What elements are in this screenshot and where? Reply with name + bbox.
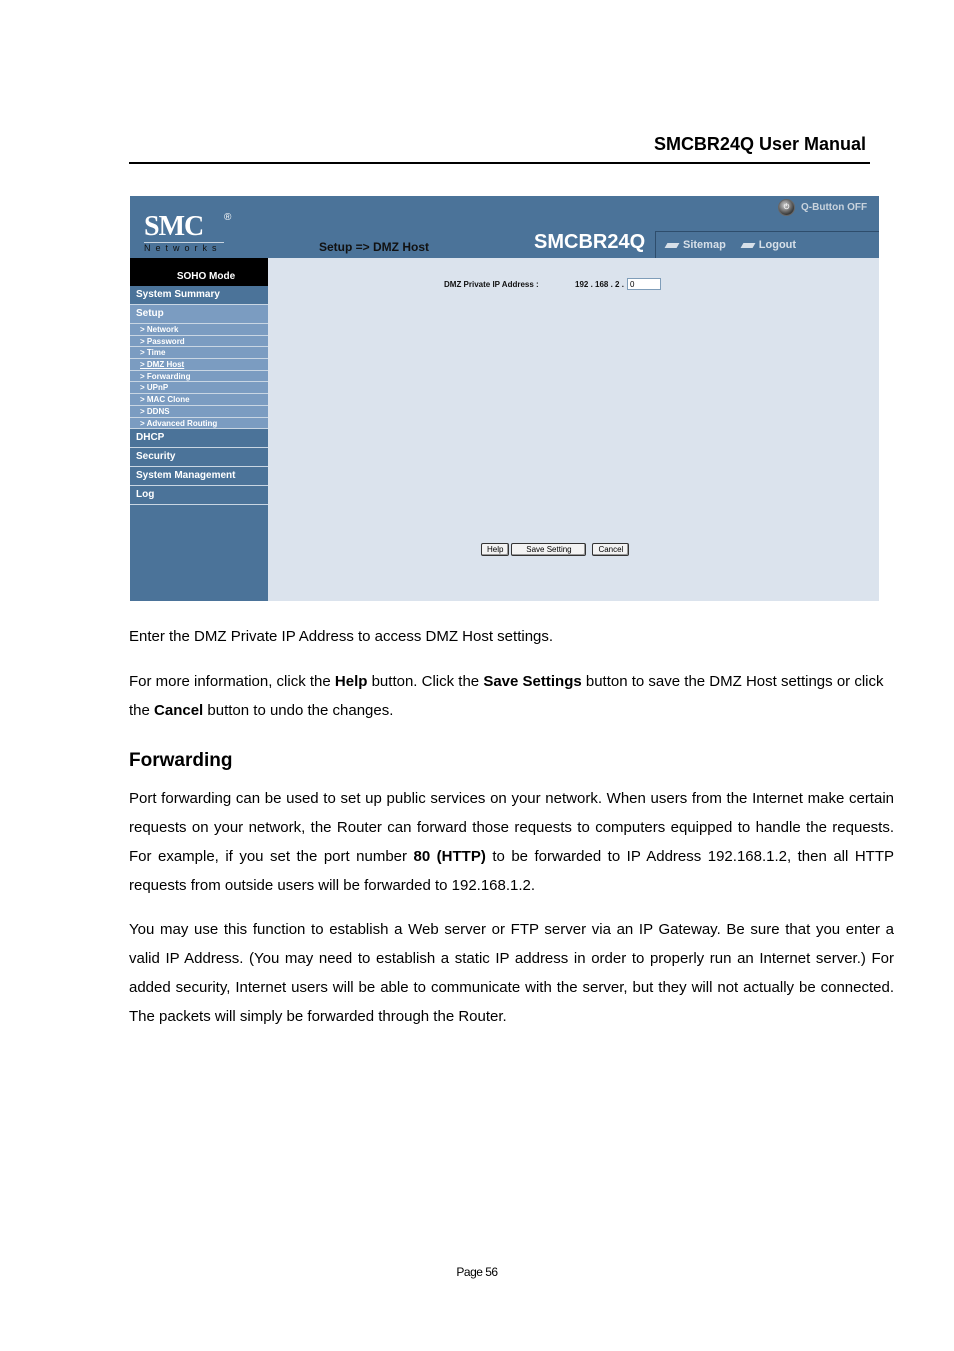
ip-prefix: 192 . 168 . 2 . xyxy=(575,279,624,289)
soho-mode-label: SOHO Mode xyxy=(130,268,268,286)
page-number: Page 56 xyxy=(456,1265,498,1279)
sub-label: > Time xyxy=(140,348,166,358)
registered-mark: ® xyxy=(224,212,232,223)
manual-title: SMCBR24Q User Manual xyxy=(653,134,866,154)
sidebar: SOHO Mode System Summary Setup > Network… xyxy=(130,268,268,601)
content-panel: DMZ Private IP Address : 192 . 168 . 2 .… xyxy=(268,258,879,601)
cancel-button[interactable]: Cancel xyxy=(592,543,630,556)
logo-text: SMC xyxy=(144,211,204,242)
text: button to undo the changes. xyxy=(203,702,394,719)
logo-subtext: Networks xyxy=(144,243,222,253)
sub-label: > Forwarding xyxy=(140,371,191,381)
bold-help: Help xyxy=(334,673,368,690)
text: For more information, click the xyxy=(129,673,335,690)
sub-label: > Password xyxy=(140,336,185,346)
paragraph-forwarding-details: You may use this function to establish a… xyxy=(129,921,894,1025)
sidebar-item-setup[interactable]: Setup xyxy=(130,305,268,324)
dmz-ip-label: DMZ Private IP Address : xyxy=(444,279,539,289)
sitemap-label: Sitemap xyxy=(683,239,726,251)
sidebar-sub-network[interactable]: > Network xyxy=(130,324,268,336)
sidebar-sub-upnp[interactable]: > UPnP xyxy=(130,382,268,395)
sidebar-item-system-summary[interactable]: System Summary xyxy=(130,286,268,305)
breadcrumb: Setup => DMZ Host xyxy=(319,240,430,254)
sidebar-sub-advanced-routing[interactable]: > Advanced Routing xyxy=(130,417,268,430)
save-setting-button[interactable]: Save Setting xyxy=(511,543,587,556)
dmz-ip-last-octet-input[interactable] xyxy=(626,278,661,290)
q-button-status[interactable]: ⏻ Q-Button OFF xyxy=(778,199,867,216)
router-ui-screenshot: SMC ® Networks Setup => DMZ Host SMCBR24… xyxy=(130,196,879,601)
sub-label: > Advanced Routing xyxy=(140,418,218,428)
text: button. Click the xyxy=(367,673,484,690)
logout-icon xyxy=(740,242,756,248)
sidebar-sub-forwarding[interactable]: > Forwarding xyxy=(130,370,268,383)
sub-label: > UPnP xyxy=(140,383,169,393)
sitemap-icon xyxy=(664,242,680,248)
sidebar-item-security[interactable]: Security xyxy=(130,448,268,468)
bold-cancel: Cancel xyxy=(154,702,204,719)
dmz-ip-row: DMZ Private IP Address : 192 . 168 . 2 . xyxy=(444,278,661,290)
sitemap-link[interactable]: Sitemap xyxy=(664,239,726,251)
sub-label: > DDNS xyxy=(140,406,170,416)
sidebar-item-dhcp[interactable]: DHCP xyxy=(130,429,268,449)
sub-label: > Network xyxy=(140,325,179,334)
logout-label: Logout xyxy=(758,239,797,251)
power-icon: ⏻ xyxy=(778,199,795,216)
sidebar-sub-dmz-host[interactable]: > DMZ Host xyxy=(130,359,268,371)
sidebar-sub-time[interactable]: > Time xyxy=(130,347,268,360)
bold-save-settings: Save Settings xyxy=(483,673,582,690)
sidebar-sub-mac-clone[interactable]: > MAC Clone xyxy=(130,394,268,406)
model-name: SMCBR24Q xyxy=(534,231,646,253)
help-button[interactable]: Help xyxy=(481,543,510,556)
bold-port: 80 (HTTP) xyxy=(413,848,486,865)
logout-link[interactable]: Logout xyxy=(740,239,797,251)
form-buttons: Help Save Setting Cancel xyxy=(481,543,630,556)
sub-label: > DMZ Host xyxy=(140,360,185,370)
section-heading-forwarding: Forwarding xyxy=(129,750,233,771)
paragraph-dmz-intro: Enter the DMZ Private IP Address to acce… xyxy=(129,628,554,645)
q-button-label: Q-Button OFF xyxy=(801,202,868,213)
sub-label: > MAC Clone xyxy=(140,395,190,405)
document-header: SMCBR24Q User Manual xyxy=(129,134,870,164)
sidebar-sub-ddns[interactable]: > DDNS xyxy=(130,405,268,418)
sidebar-item-log[interactable]: Log xyxy=(130,486,268,506)
top-nav: Sitemap Logout xyxy=(655,231,879,258)
sidebar-item-system-management[interactable]: System Management xyxy=(130,467,268,487)
smc-logo: SMC ® Networks xyxy=(144,211,231,254)
paragraph-buttons-info: For more information, click the Help but… xyxy=(129,667,894,725)
paragraph-forwarding-intro: Port forwarding can be used to set up pu… xyxy=(129,784,894,900)
sidebar-sub-password[interactable]: > Password xyxy=(130,335,268,348)
